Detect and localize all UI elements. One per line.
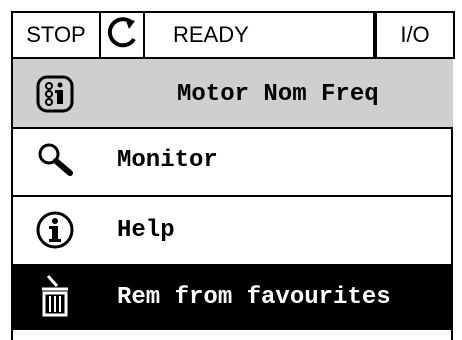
status-io-label: I/O	[400, 22, 430, 47]
rotation-arrow-icon	[105, 15, 139, 55]
page-title-text: Motor Nom Freq	[177, 80, 379, 108]
status-stop: STOP	[11, 11, 101, 59]
menu-item-help[interactable]: Help	[13, 197, 453, 263]
trash-icon	[35, 274, 75, 317]
parameter-info-icon	[35, 74, 75, 114]
status-bar: STOP READY I/O	[11, 11, 455, 59]
menu-item-monitor[interactable]: Monitor	[13, 127, 453, 193]
status-ready-label: READY	[173, 22, 249, 47]
status-io: I/O	[375, 11, 455, 59]
status-stop-label: STOP	[26, 22, 86, 47]
menu-item-label: Help	[117, 216, 175, 244]
page-title: Motor Nom Freq	[13, 59, 453, 129]
info-icon	[35, 210, 75, 250]
keypad-screen: STOP READY I/O Motor Nom Freq Monitor He…	[0, 0, 462, 340]
menu-item-rem-from-favourites[interactable]: Rem from favourites	[13, 264, 453, 330]
status-rotation	[99, 11, 145, 59]
menu-item-label: Monitor	[117, 146, 218, 174]
menu-item-label: Rem from favourites	[117, 283, 391, 311]
magnifier-icon	[35, 140, 75, 180]
status-ready: READY	[143, 11, 375, 59]
